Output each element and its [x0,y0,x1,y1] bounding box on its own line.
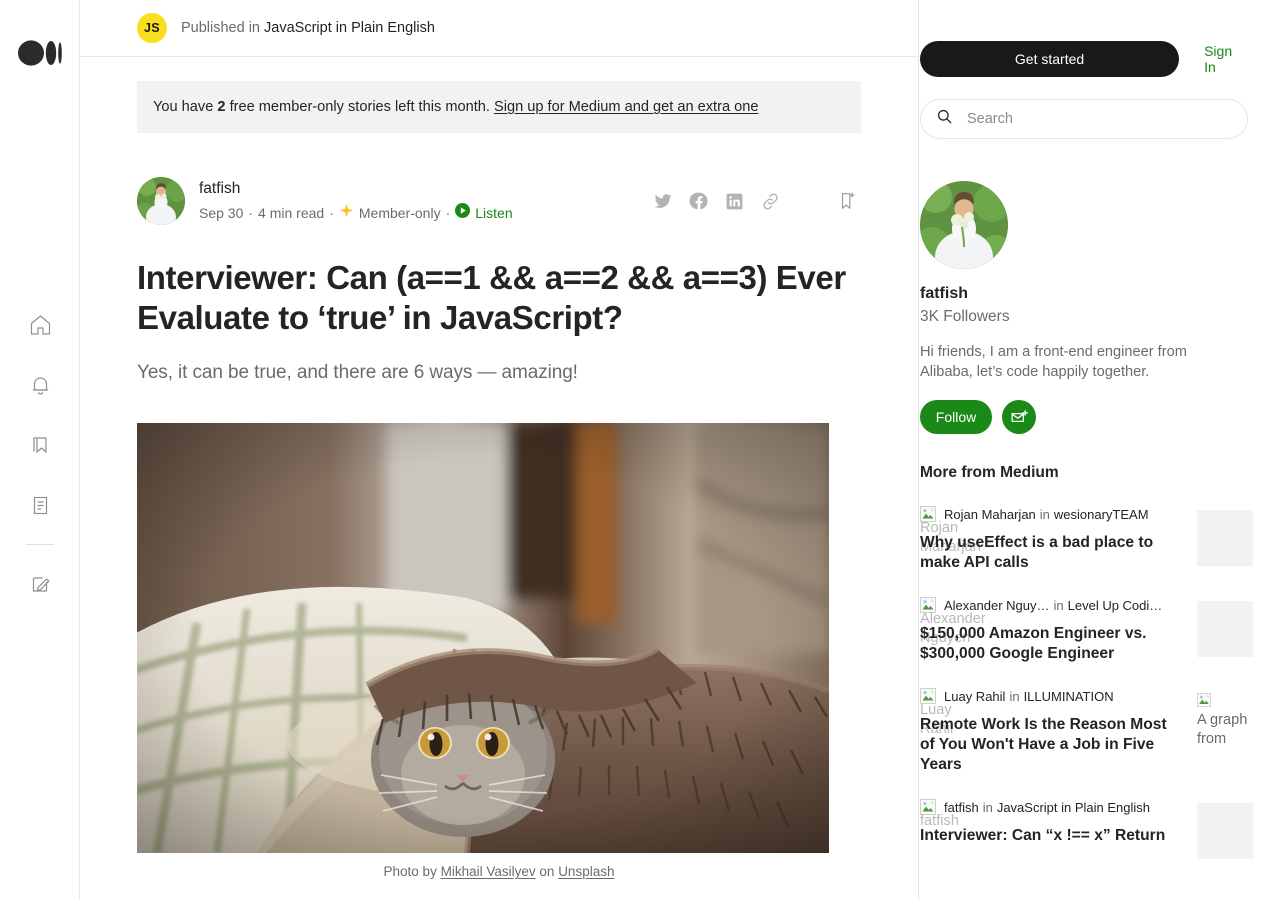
caption-on: on [539,864,555,880]
follow-button[interactable]: Follow [920,400,992,434]
story-in: in [1009,688,1020,704]
broken-avatar-icon [920,597,936,613]
byline-author-name[interactable]: fatfish [199,178,653,199]
banner-prefix: You have [153,99,214,115]
story-in: in [1053,597,1064,613]
left-nav-rail [0,0,80,900]
story-title[interactable]: Why useEffect is a bad place to make API… [920,533,1168,573]
story-publication[interactable]: wesionaryTEAM [1054,507,1149,522]
story-in: in [982,799,993,815]
story-thumbnail [1197,601,1253,657]
list-item[interactable]: fatfish in JavaScript in Plain English f… [920,799,1253,859]
broken-avatar-icon [920,799,936,815]
profile-buttons: Follow [920,400,1247,434]
byline-sep-2: · [329,205,334,221]
bookmark-icon[interactable] [0,415,80,475]
listen-button[interactable]: Listen [455,202,513,224]
search-input[interactable] [965,110,1225,128]
byline-sep-1: · [248,205,254,221]
article-content: You have 2 free member-only stories left… [80,81,918,879]
publication-badge[interactable]: JS [137,13,167,43]
bookmark-add-icon[interactable] [837,190,859,212]
story-publication[interactable]: ILLUMINATION [1024,689,1114,704]
profile-bio: Hi friends, I am a front-end engineer fr… [920,344,1187,380]
rail-icon-list [0,295,80,614]
play-circle-icon [455,202,471,224]
home-icon[interactable] [0,295,80,355]
story-title[interactable]: $150,000 Amazon Engineer vs. $300,000 Go… [920,624,1168,664]
get-started-button[interactable]: Get started [920,41,1180,77]
sign-in-link[interactable]: Sign In [1204,43,1247,75]
story-thumbnail: A graph from Brookin [1197,692,1253,748]
caption-prefix: Photo by [383,864,437,880]
story-in: in [1039,506,1050,522]
story-title[interactable]: Interviewer: Can “x !== x” Return [920,826,1168,846]
article-hero-image [137,423,829,854]
story-author[interactable]: Alexander Nguy… [944,598,1050,613]
member-only-label: Member-only [358,205,441,221]
reading-list-icon[interactable] [0,475,80,535]
byline: fatfish Sep 30 · 4 min read · Member-onl… [137,176,861,226]
byline-text: fatfish Sep 30 · 4 min read · Member-onl… [199,178,653,224]
medium-article-page: JS Published in JavaScript in Plain Engl… [0,0,1280,900]
sidebar-top-actions: Get started Sign In [920,41,1247,77]
banner-count: 2 [217,99,226,115]
member-star-icon [339,202,354,224]
facebook-icon[interactable] [689,191,709,211]
list-item[interactable]: Luay Rahil in ILLUMINATION Luay Rahil Re… [920,688,1253,775]
published-in-prefix: Published in [181,20,260,36]
search-icon [936,108,953,130]
page-title: Interviewer: Can (a==1 && a==2 && a==3) … [137,259,846,336]
broken-image-icon [1197,693,1211,707]
byline-date: Sep 30 [199,205,244,221]
member-stories-banner: You have 2 free member-only stories left… [137,81,861,133]
publication-label: Published in JavaScript in Plain English [181,20,435,36]
story-thumbnail [1197,803,1253,859]
author-avatar[interactable] [137,177,185,225]
profile-avatar[interactable] [920,181,1008,269]
search-box[interactable] [920,99,1248,139]
story-author[interactable]: fatfish [944,800,979,815]
list-item[interactable]: Rojan Maharjan in wesionaryTEAM Rojan Ma… [920,506,1253,573]
mail-subscribe-icon[interactable] [1002,400,1036,434]
broken-avatar-icon [920,688,936,704]
byline-action-icons [653,190,859,212]
list-item[interactable]: Alexander Nguy… in Level Up Codi… Alexan… [920,597,1253,664]
story-author[interactable]: Luay Rahil [944,689,1005,704]
story-publication[interactable]: Level Up Codi… [1068,598,1163,613]
article-column: JS Published in JavaScript in Plain Engl… [80,0,919,900]
banner-signup-link[interactable]: Sign up for Medium and get an extra one [494,99,758,115]
profile-name[interactable]: fatfish [920,285,1247,303]
publication-header: JS Published in JavaScript in Plain Engl… [80,0,918,57]
caption-source-link[interactable]: Unsplash [558,864,614,879]
thumbnail-alt-text: A graph from Brookin [1197,712,1248,747]
rail-divider [26,544,54,545]
broken-avatar-icon [920,506,936,522]
article-subtitle: Yes, it can be true, and there are 6 way… [137,362,578,384]
more-from-medium-title: More from Medium [920,464,1059,481]
image-caption: Photo by Mikhail Vasilyev on Unsplash [137,864,861,879]
medium-logo[interactable] [18,40,62,66]
story-publication[interactable]: JavaScript in Plain English [997,800,1150,815]
listen-label: Listen [475,205,513,221]
publication-name[interactable]: JavaScript in Plain English [264,20,435,36]
link-icon[interactable] [760,191,781,212]
byline-sep-3: · [445,205,451,221]
write-pencil-icon[interactable] [0,554,80,614]
caption-photographer-link[interactable]: Mikhail Vasilyev [441,864,536,879]
byline-meta: Sep 30 · 4 min read · Member-only · List… [199,202,653,224]
byline-read-time: 4 min read [258,205,325,221]
twitter-icon[interactable] [653,191,673,211]
right-sidebar: Get started Sign In Search fatfish 3K Fo… [920,0,1280,900]
profile-followers[interactable]: 3K Followers [920,308,1247,326]
bell-icon[interactable] [0,355,80,415]
story-title[interactable]: Remote Work Is the Reason Most of You Wo… [920,715,1168,775]
story-thumbnail [1197,510,1253,566]
story-author[interactable]: Rojan Maharjan [944,507,1036,522]
linkedin-icon[interactable] [725,192,744,211]
banner-middle: free member-only stories left this month… [229,99,490,115]
